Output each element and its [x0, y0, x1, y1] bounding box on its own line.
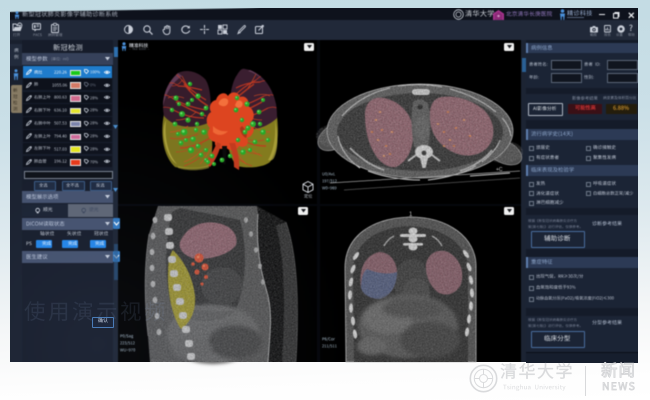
svg-text:+C: +C: [496, 167, 503, 173]
